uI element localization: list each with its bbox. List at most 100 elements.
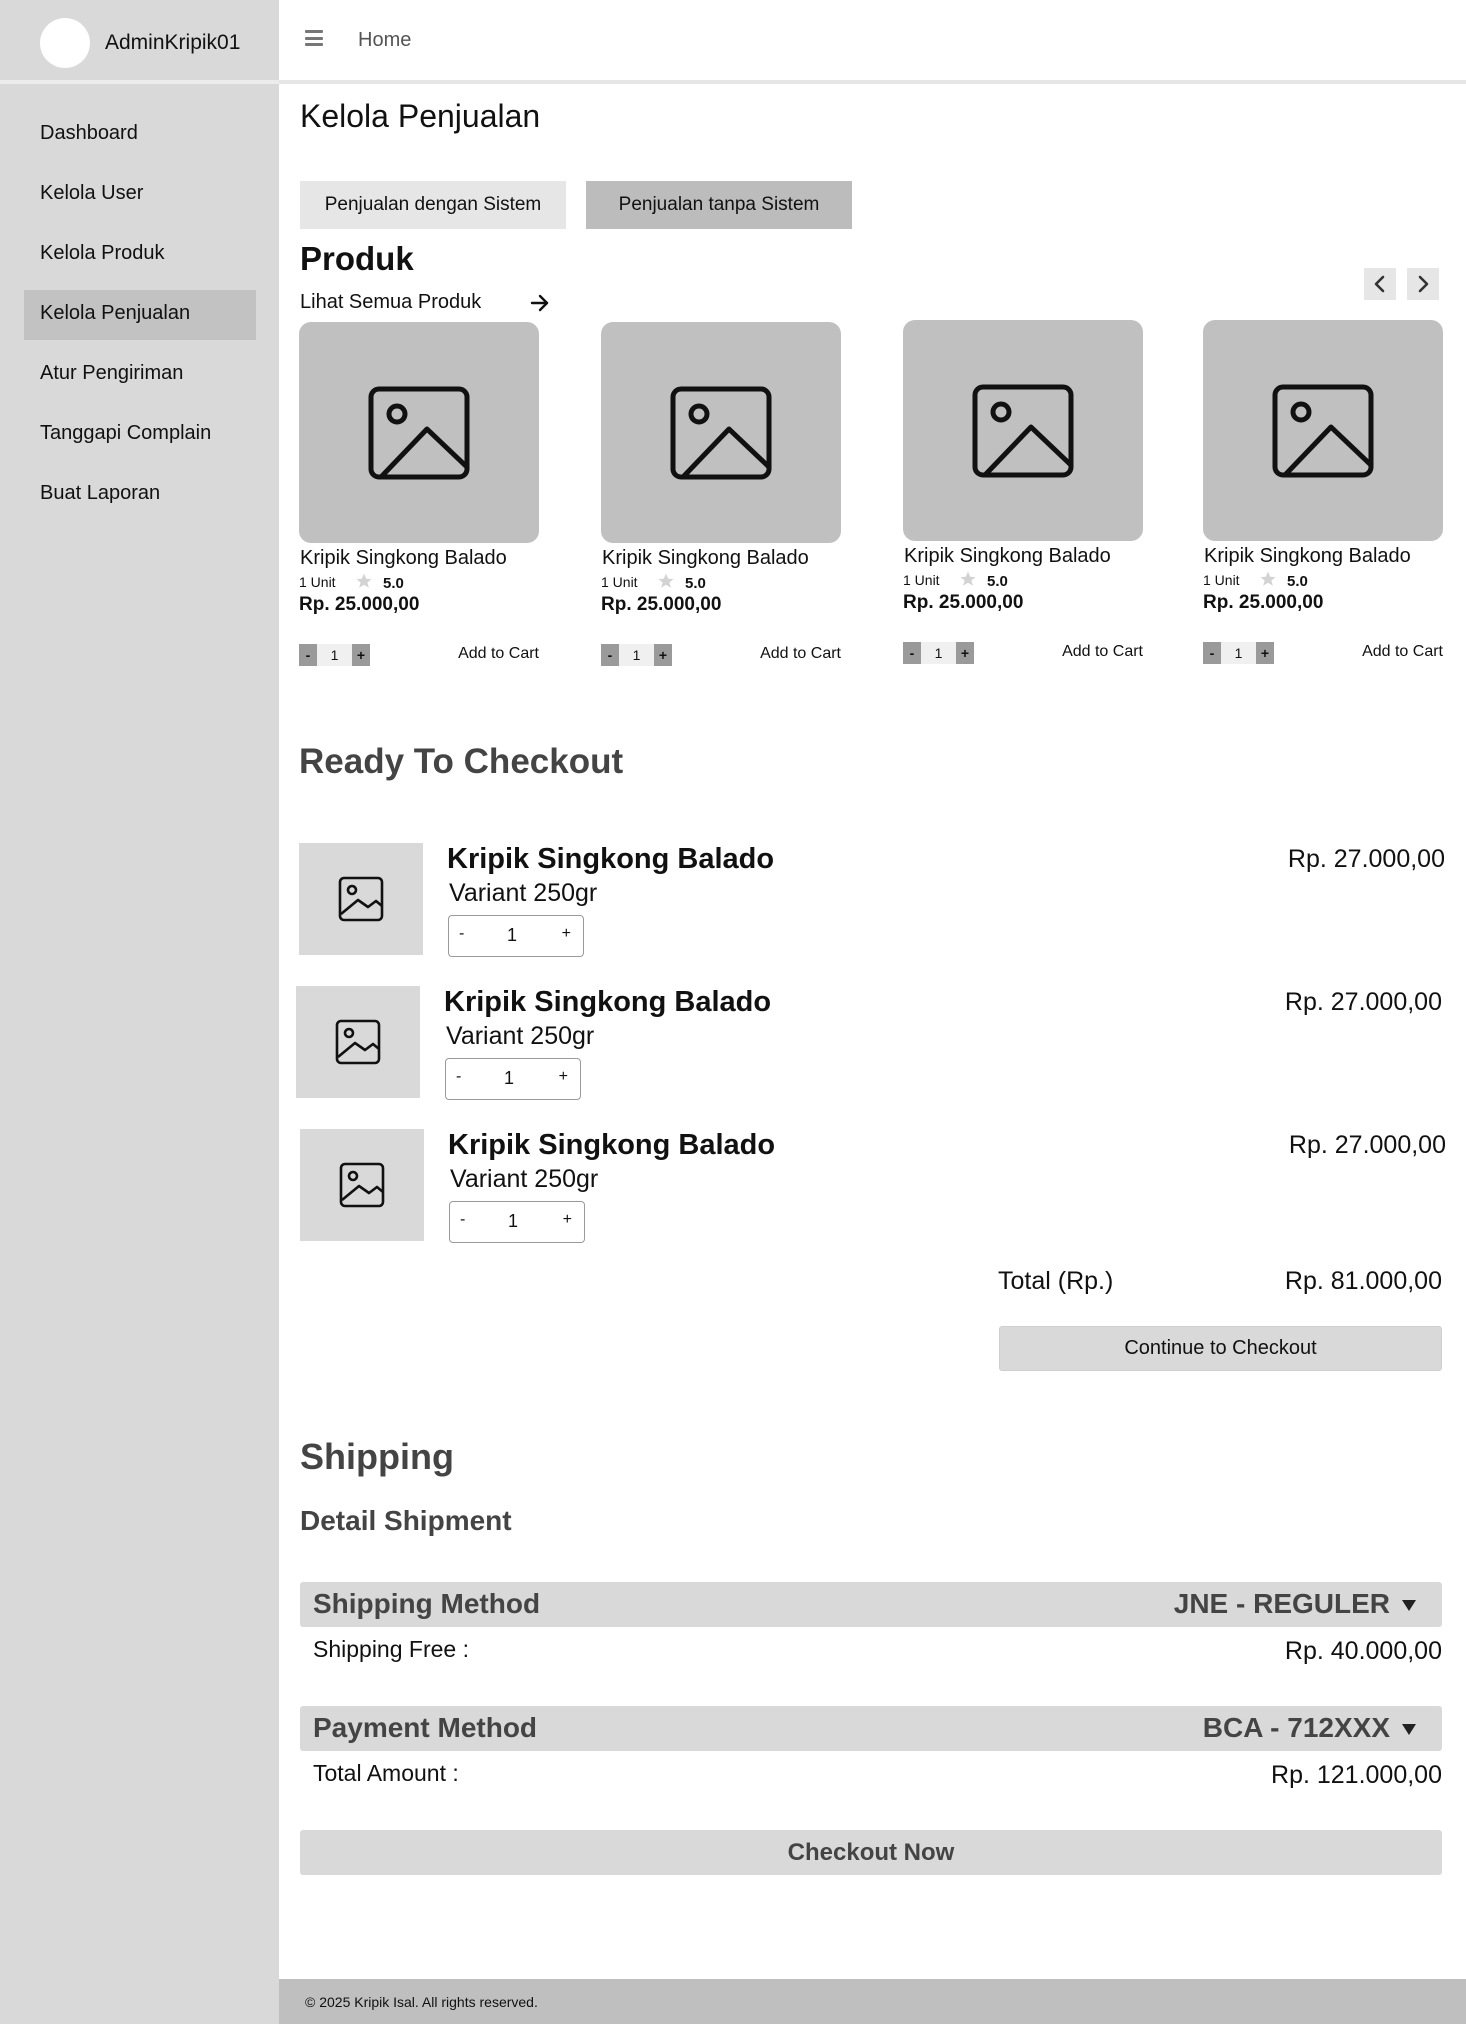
product-name: Kripik Singkong Balado [300, 547, 507, 569]
increase-qty-button[interactable]: + [559, 1068, 568, 1086]
caret-down-icon[interactable] [1402, 1600, 1416, 1611]
shipping-method-select[interactable]: Shipping Method JNE - REGULER [300, 1582, 1442, 1627]
qty-value[interactable]: 1 [921, 642, 956, 664]
decrease-qty-button[interactable]: - [1203, 642, 1221, 664]
increase-qty-button[interactable]: + [1256, 642, 1274, 664]
increase-qty-button[interactable]: + [352, 644, 370, 666]
sidebar-item-dashboard[interactable]: Dashboard [24, 110, 256, 160]
shipping-fee-label: Shipping Free : [313, 1636, 469, 1662]
image-placeholder-icon [338, 876, 384, 922]
decrease-qty-button[interactable]: - [460, 1211, 465, 1229]
qty-value[interactable]: 1 [507, 925, 517, 946]
product-name: Kripik Singkong Balado [904, 545, 1111, 567]
checkout-item-variant: Variant 250gr [449, 879, 598, 907]
qty-value[interactable]: 1 [317, 644, 352, 666]
product-meta: 1 Unit 5.0 [299, 572, 539, 592]
product-actions: - 1 + Add to Cart [601, 644, 841, 668]
image-placeholder-icon [335, 1019, 381, 1065]
qty-value[interactable]: 1 [508, 1211, 518, 1232]
product-card[interactable]: Kripik Singkong Balado 1 Unit 5.0 Rp. 25… [601, 322, 841, 668]
arrow-right-icon[interactable] [528, 291, 552, 315]
profile-header: AdminKripik01 [0, 0, 279, 84]
product-card[interactable]: Kripik Singkong Balado 1 Unit 5.0 Rp. 25… [299, 322, 539, 668]
shipping-method-label: Shipping Method [313, 1588, 541, 1619]
carousel-prev-button[interactable] [1364, 268, 1396, 300]
product-actions: - 1 + Add to Cart [1203, 642, 1443, 666]
star-icon [960, 571, 976, 586]
copyright-text: © 2025 Kripik Isal. All rights reserved. [305, 1994, 538, 2010]
product-price: Rp. 25.000,00 [1203, 592, 1324, 613]
add-to-cart-button[interactable]: Add to Cart [760, 645, 841, 663]
product-price: Rp. 25.000,00 [601, 594, 722, 615]
product-image[interactable] [1203, 320, 1443, 541]
sidebar-item-kelola-penjualan[interactable]: Kelola Penjualan [24, 290, 256, 340]
increase-qty-button[interactable]: + [654, 644, 672, 666]
breadcrumb[interactable]: Home [358, 29, 411, 52]
sidebar-item-kelola-user[interactable]: Kelola User [24, 170, 256, 220]
qty-value[interactable]: 1 [619, 644, 654, 666]
increase-qty-button[interactable]: + [562, 925, 571, 943]
products-heading: Produk [300, 240, 414, 277]
product-price: Rp. 25.000,00 [903, 592, 1024, 613]
product-card[interactable]: Kripik Singkong Balado 1 Unit 5.0 Rp. 25… [1203, 320, 1443, 666]
decrease-qty-button[interactable]: - [903, 642, 921, 664]
shipping-method-value[interactable]: JNE - REGULER [1174, 1588, 1390, 1620]
checkout-item-thumbnail [300, 1129, 424, 1241]
decrease-qty-button[interactable]: - [601, 644, 619, 666]
tab-penjualan-dengan-sistem[interactable]: Penjualan dengan Sistem [300, 181, 566, 229]
decrease-qty-button[interactable]: - [459, 925, 464, 943]
caret-down-icon[interactable] [1402, 1724, 1416, 1735]
carousel-next-button[interactable] [1407, 268, 1439, 300]
product-actions: - 1 + Add to Cart [299, 644, 539, 668]
checkout-now-button[interactable]: Checkout Now [300, 1830, 1442, 1875]
checkout-item-name: Kripik Singkong Balado [447, 843, 775, 875]
checkout-item-name: Kripik Singkong Balado [444, 986, 772, 1018]
add-to-cart-button[interactable]: Add to Cart [1362, 643, 1443, 661]
product-meta: 1 Unit 5.0 [601, 572, 841, 592]
decrease-qty-button[interactable]: - [299, 644, 317, 666]
payment-method-value[interactable]: BCA - 712XXX [1203, 1712, 1390, 1744]
sidebar-item-atur-pengiriman[interactable]: Atur Pengiriman [24, 350, 256, 400]
checkout-item-price: Rp. 27.000,00 [1287, 845, 1445, 873]
sidebar-item-buat-laporan[interactable]: Buat Laporan [24, 470, 256, 520]
add-to-cart-button[interactable]: Add to Cart [1062, 643, 1143, 661]
total-amount-value: Rp. 121.000,00 [1271, 1761, 1442, 1789]
tab-penjualan-tanpa-sistem[interactable]: Penjualan tanpa Sistem [586, 181, 852, 229]
image-placeholder-icon [368, 386, 470, 479]
total-label: Total (Rp.) [998, 1267, 1114, 1295]
decrease-qty-button[interactable]: - [456, 1068, 461, 1086]
detail-shipment-heading: Detail Shipment [300, 1505, 512, 1536]
username: AdminKripik01 [105, 31, 241, 54]
payment-method-label: Payment Method [313, 1712, 538, 1743]
hamburger-icon[interactable] [305, 30, 323, 46]
increase-qty-button[interactable]: + [956, 642, 974, 664]
add-to-cart-button[interactable]: Add to Cart [458, 645, 539, 663]
qty-value[interactable]: 1 [504, 1068, 514, 1089]
product-meta: 1 Unit 5.0 [1203, 570, 1443, 590]
image-placeholder-icon [1272, 384, 1374, 477]
product-image[interactable] [299, 322, 539, 543]
see-all-products-link[interactable]: Lihat Semua Produk [300, 291, 481, 314]
sidebar-nav: Dashboard Kelola User Kelola Produk Kelo… [24, 110, 256, 530]
image-placeholder-icon [339, 1162, 385, 1208]
product-rating: 5.0 [987, 573, 1008, 590]
sidebar-item-tanggapi-complain[interactable]: Tanggapi Complain [24, 410, 256, 460]
increase-qty-button[interactable]: + [563, 1211, 572, 1229]
product-card[interactable]: Kripik Singkong Balado 1 Unit 5.0 Rp. 25… [903, 320, 1143, 666]
product-image[interactable] [601, 322, 841, 543]
chevron-left-icon [1374, 275, 1385, 293]
quantity-stepper: - 1 + [448, 915, 584, 957]
payment-method-select[interactable]: Payment Method BCA - 712XXX [300, 1706, 1442, 1751]
qty-value[interactable]: 1 [1221, 642, 1256, 664]
quantity-stepper: - 1 + [445, 1058, 581, 1100]
product-image[interactable] [903, 320, 1143, 541]
footer: © 2025 Kripik Isal. All rights reserved. [279, 1979, 1466, 2024]
checkout-item-name: Kripik Singkong Balado [448, 1129, 776, 1161]
continue-to-checkout-button[interactable]: Continue to Checkout [999, 1326, 1442, 1371]
product-meta: 1 Unit 5.0 [903, 570, 1143, 590]
chevron-right-icon [1418, 275, 1429, 293]
avatar[interactable] [40, 18, 90, 68]
star-icon [356, 573, 372, 588]
sidebar-item-kelola-produk[interactable]: Kelola Produk [24, 230, 256, 280]
product-price: Rp. 25.000,00 [299, 594, 420, 615]
